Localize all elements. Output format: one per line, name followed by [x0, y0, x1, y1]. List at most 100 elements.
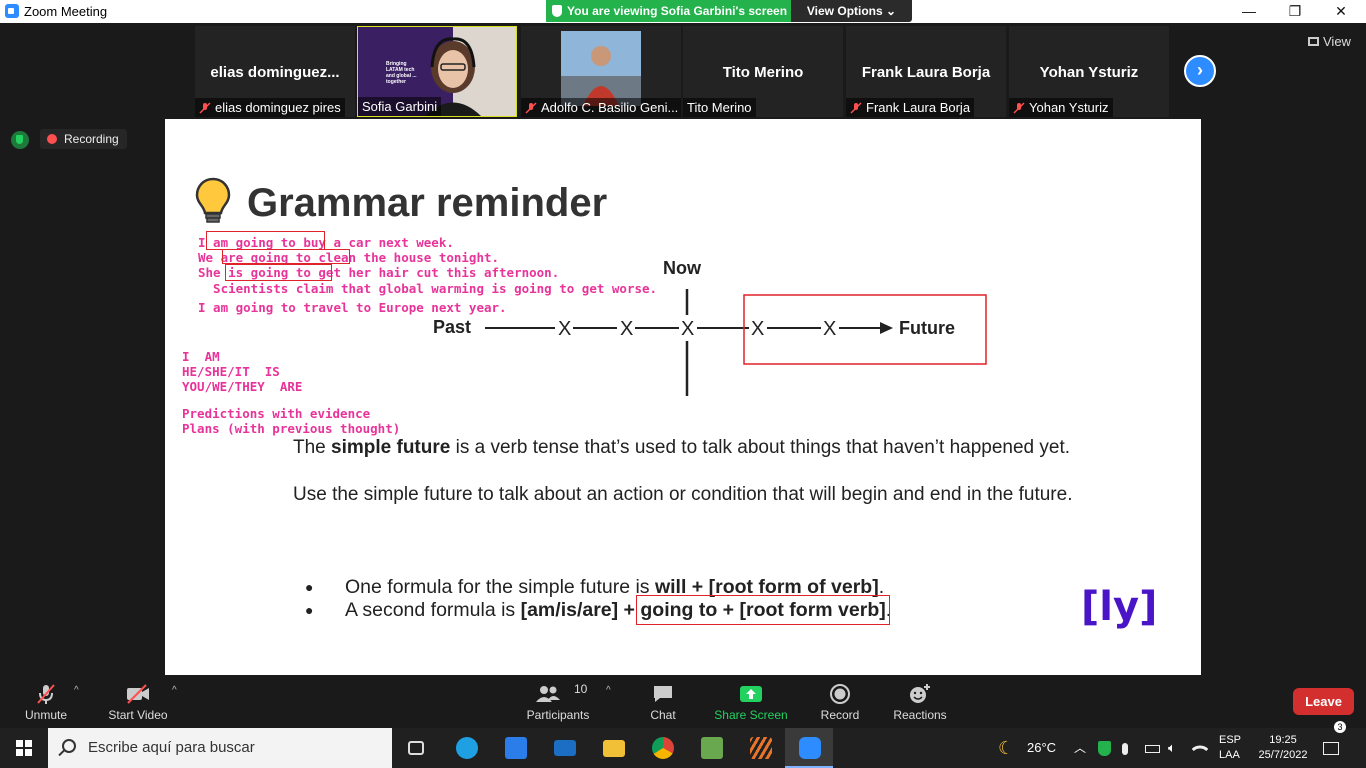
next-page-button[interactable]: ›	[1184, 55, 1216, 87]
video-options-caret[interactable]: ^	[172, 685, 177, 696]
unmute-button[interactable]: Unmute	[18, 675, 74, 728]
view-layout-button[interactable]: View	[1308, 34, 1351, 49]
participants-count: 10	[574, 682, 588, 696]
input-language[interactable]: ESP LAA	[1219, 733, 1241, 763]
chat-button[interactable]: Chat	[638, 675, 688, 728]
chrome-icon	[652, 737, 674, 759]
recording-indicator[interactable]: Recording	[40, 129, 127, 149]
shield-icon	[552, 5, 562, 17]
start-video-button[interactable]: Start Video	[104, 675, 172, 728]
notifications-count: 3	[1334, 721, 1346, 733]
bullet-bold: will + [root form of verb]	[654, 576, 879, 598]
tray-overflow-chevron-icon[interactable]: ︿	[1074, 728, 1086, 768]
network-icon[interactable]	[1191, 728, 1209, 768]
chat-label: Chat	[650, 708, 676, 722]
volume-icon[interactable]: 🔈︎	[1168, 728, 1176, 768]
participant-tile[interactable]: elias dominguez... elias dominguez pires	[195, 26, 355, 117]
bullet-bold-annotated: going to + [root form verb]	[636, 595, 890, 625]
keyboard-layout: LAA	[1219, 749, 1240, 761]
record-icon	[830, 684, 850, 704]
timeline-diagram: Past Now Future X X X X X	[433, 258, 987, 396]
timeline-x-mark: X	[823, 318, 836, 340]
task-view-button[interactable]	[392, 728, 440, 768]
timeline-past-label: Past	[433, 317, 471, 337]
app-icon	[750, 737, 772, 759]
taskbar-app-explorer[interactable]	[589, 728, 637, 768]
restore-button[interactable]: ❐	[1272, 1, 1318, 21]
participant-name-large: Frank Laura Borja	[861, 64, 991, 81]
reactions-label: Reactions	[893, 708, 947, 722]
mail-icon	[554, 740, 576, 756]
conjugation-line: YOU/WE/THEY ARE	[182, 379, 303, 394]
taskbar-app-edge[interactable]	[442, 728, 490, 768]
conjugation-line: I AM	[182, 349, 220, 364]
tray-shield-icon[interactable]	[1098, 728, 1111, 768]
share-screen-button[interactable]: Share Screen	[712, 675, 790, 728]
search-icon	[62, 739, 76, 753]
video-off-icon	[127, 684, 149, 704]
bullet-text: .	[878, 576, 885, 598]
usage-note: Plans (with previous thought)	[182, 421, 401, 436]
lightbulb-icon	[195, 177, 231, 223]
clock-date: 25/7/2022	[1258, 749, 1308, 761]
start-button[interactable]	[0, 728, 48, 768]
chevron-down-icon: ⌄	[886, 4, 897, 18]
minimize-button[interactable]: —	[1226, 1, 1272, 21]
temperature[interactable]: 26°C	[1027, 728, 1056, 768]
participants-label: Participants	[526, 708, 590, 722]
timeline-arrowhead	[880, 322, 893, 334]
bullet-text: One formula for the simple future is	[345, 576, 655, 598]
reactions-button[interactable]: Reactions	[890, 675, 950, 728]
annotation-box	[206, 231, 325, 250]
weather-moon-icon[interactable]: ☾	[998, 728, 1014, 768]
tray-mic-icon[interactable]	[1122, 728, 1128, 768]
participant-strip: elias dominguez... elias dominguez pires…	[0, 23, 1366, 119]
taskbar-app-mail[interactable]	[540, 728, 588, 768]
participant-name-large: Tito Merino	[722, 64, 804, 81]
taskbar-app-chrome[interactable]	[638, 728, 686, 768]
taskbar-app-sheet[interactable]	[687, 728, 735, 768]
folder-icon	[603, 740, 625, 757]
annotation-box	[222, 249, 350, 264]
mic-muted-icon	[37, 684, 55, 704]
participant-label: Tito Merino	[683, 98, 756, 117]
participant-tile[interactable]: Tito Merino Tito Merino	[683, 26, 843, 117]
taskbar-search-input[interactable]: Escribe aquí para buscar	[48, 728, 392, 768]
participant-label: Sofia Garbini	[358, 97, 442, 116]
participant-label: Yohan Ysturiz	[1009, 98, 1113, 117]
taskbar-app-tool[interactable]	[736, 728, 784, 768]
taskbar-app-zoom[interactable]	[785, 728, 833, 768]
timeline-x-mark: X	[751, 318, 764, 340]
chevron-right-icon: ›	[1197, 60, 1203, 80]
encryption-shield-icon[interactable]	[11, 131, 29, 149]
record-dot-icon	[47, 134, 57, 144]
taskbar-search-placeholder: Escribe aquí para buscar	[88, 739, 255, 756]
participant-label: elias dominguez pires	[195, 98, 345, 117]
participant-name-large: elias dominguez...	[210, 64, 340, 81]
audio-options-caret[interactable]: ^	[74, 685, 79, 696]
timeline-x-mark: X	[620, 318, 633, 340]
taskbar-app-store[interactable]	[491, 728, 539, 768]
participants-icon	[536, 686, 560, 702]
record-button[interactable]: Record	[815, 675, 865, 728]
participants-options-caret[interactable]: ^	[606, 685, 611, 696]
participants-button[interactable]: 10 Participants	[523, 675, 593, 728]
share-screen-icon	[740, 686, 762, 702]
clock[interactable]: 19:25 25/7/2022	[1255, 733, 1311, 763]
bullet-text: .	[885, 599, 892, 621]
view-options-label: View Options	[806, 4, 883, 18]
view-options-button[interactable]: View Options ⌄	[791, 0, 912, 22]
paragraph-bold: simple future	[331, 437, 451, 458]
clock-time: 19:25	[1269, 734, 1297, 746]
participant-tile[interactable]: Adolfo C. Basilio Geni...	[521, 26, 681, 117]
participant-tile-active[interactable]: Bringing LATAM tech and global ... toget…	[357, 26, 517, 117]
leave-meeting-button[interactable]: Leave	[1293, 688, 1354, 715]
close-button[interactable]: ✕	[1318, 1, 1364, 21]
battery-icon[interactable]	[1145, 728, 1160, 768]
notifications-button[interactable]: 3	[1323, 721, 1346, 768]
definition-paragraph: The simple future is a verb tense that’s…	[293, 436, 1113, 459]
participant-tile[interactable]: Yohan Ysturiz Yohan Ysturiz	[1009, 26, 1169, 117]
grid-icon	[1308, 37, 1319, 46]
timeline-x-mark: X	[681, 318, 694, 340]
participant-tile[interactable]: Frank Laura Borja Frank Laura Borja	[846, 26, 1006, 117]
